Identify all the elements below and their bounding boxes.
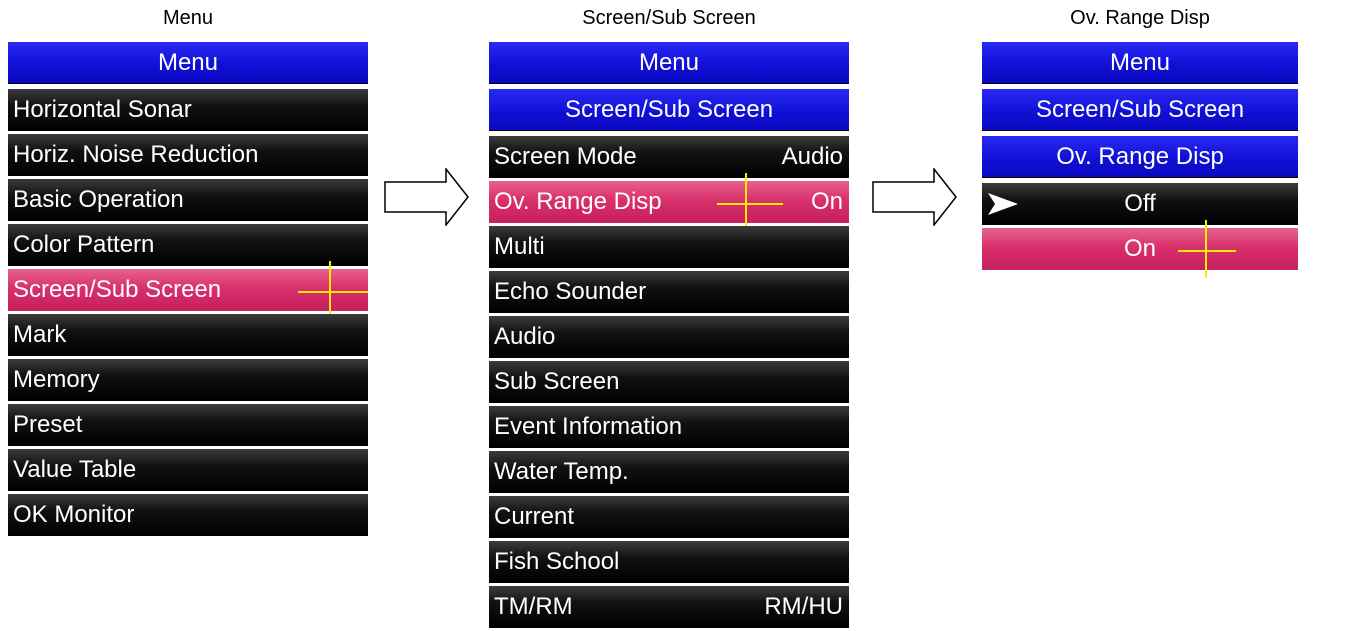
menu-item-label: Horizontal Sonar xyxy=(13,96,192,123)
menu-item-basic-operation[interactable]: Basic Operation xyxy=(8,179,368,221)
setting-current[interactable]: Current xyxy=(489,496,849,538)
crosshair-cursor-icon xyxy=(1178,250,1236,252)
menu-item-memory[interactable]: Memory xyxy=(8,359,368,401)
setting-label: Screen Mode xyxy=(494,143,637,170)
setting-label: Current xyxy=(494,503,575,530)
setting-water-temp[interactable]: Water Temp. xyxy=(489,451,849,493)
setting-value: Audio xyxy=(781,143,843,170)
setting-label: Echo Sounder xyxy=(494,278,647,305)
menu-item-mark[interactable]: Mark xyxy=(8,314,368,356)
setting-value: On xyxy=(810,188,843,215)
menu-item-preset[interactable]: Preset xyxy=(8,404,368,446)
crosshair-cursor-icon xyxy=(329,261,331,319)
arrow-right-icon xyxy=(384,168,469,226)
setting-sub-screen[interactable]: Sub Screen xyxy=(489,361,849,403)
setting-label: Sub Screen xyxy=(494,368,620,395)
menu-item-screen-sub-screen[interactable]: Screen/Sub Screen xyxy=(8,261,368,319)
menu-item-label: Horiz. Noise Reduction xyxy=(13,141,259,168)
menu-item-horiz-noise-reduction[interactable]: Horiz. Noise Reduction xyxy=(8,134,368,176)
menu-panel: Menu Horizontal Sonar Horiz. Noise Reduc… xyxy=(8,42,368,539)
crosshair-cursor-icon xyxy=(745,173,747,231)
menu-header-label: Menu xyxy=(157,48,219,76)
menu-item-value-table[interactable]: Value Table xyxy=(8,449,368,491)
menu-item-label: Preset xyxy=(13,411,83,438)
setting-label: Water Temp. xyxy=(494,458,629,485)
menu-item-label: Memory xyxy=(13,366,100,393)
caption-ov-range-disp: Ov. Range Disp xyxy=(1070,7,1210,29)
setting-multi[interactable]: Multi xyxy=(489,226,849,268)
breadcrumb-screen-sub-screen: Screen/Sub Screen xyxy=(982,89,1298,131)
menu-item-label: OK Monitor xyxy=(13,501,135,528)
menu-item-color-pattern[interactable]: Color Pattern xyxy=(8,224,368,266)
menu-item-horizontal-sonar[interactable]: Horizontal Sonar xyxy=(8,89,368,131)
setting-label: Ov. Range Disp xyxy=(494,188,662,215)
arrow-right-icon xyxy=(872,168,957,226)
breadcrumb-screen-sub-screen: Screen/Sub Screen xyxy=(489,89,849,131)
setting-audio[interactable]: Audio xyxy=(489,316,849,358)
ov-range-disp-panel: Menu Screen/Sub Screen Ov. Range Disp Of… xyxy=(982,42,1298,278)
menu-item-label: Value Table xyxy=(13,456,137,483)
menu-item-label: Mark xyxy=(13,321,67,348)
screen-sub-screen-panel: Menu Screen/Sub Screen Screen Mode Audio… xyxy=(489,42,849,631)
breadcrumb-label: Menu xyxy=(1109,48,1171,76)
option-label: Off xyxy=(1124,190,1156,217)
setting-echo-sounder[interactable]: Echo Sounder xyxy=(489,271,849,313)
setting-ov-range-disp[interactable]: Ov. Range Disp On xyxy=(489,173,849,231)
breadcrumb-menu: Menu xyxy=(982,42,1298,84)
setting-event-information[interactable]: Event Information xyxy=(489,406,849,448)
setting-label: Multi xyxy=(494,233,545,260)
checkmark-pointer-icon xyxy=(988,193,1018,215)
crosshair-cursor-icon xyxy=(298,291,368,293)
setting-screen-mode[interactable]: Screen Mode Audio xyxy=(489,136,849,178)
menu-item-label: Color Pattern xyxy=(13,231,155,258)
setting-label: Fish School xyxy=(494,548,620,575)
option-label: On xyxy=(1123,235,1156,262)
breadcrumb-label: Screen/Sub Screen xyxy=(564,95,774,123)
caption-screen-sub-screen: Screen/Sub Screen xyxy=(582,7,756,29)
menu-item-label: Basic Operation xyxy=(13,186,184,213)
menu-item-ok-monitor[interactable]: OK Monitor xyxy=(8,494,368,536)
breadcrumb-label: Screen/Sub Screen xyxy=(1035,95,1245,123)
setting-tm-rm[interactable]: TM/RM RM/HU xyxy=(489,586,849,628)
breadcrumb-label: Menu xyxy=(638,48,700,76)
option-on[interactable]: On xyxy=(982,220,1298,278)
crosshair-cursor-icon xyxy=(717,203,783,205)
breadcrumb-ov-range-disp: Ov. Range Disp xyxy=(982,136,1298,178)
option-off[interactable]: Off xyxy=(982,183,1298,225)
breadcrumb-menu: Menu xyxy=(489,42,849,84)
crosshair-cursor-icon xyxy=(1205,220,1207,278)
setting-label: Audio xyxy=(494,323,556,350)
setting-fish-school[interactable]: Fish School xyxy=(489,541,849,583)
setting-label: TM/RM xyxy=(494,593,573,620)
caption-menu: Menu xyxy=(162,7,214,29)
breadcrumb-label: Ov. Range Disp xyxy=(1056,142,1224,170)
menu-header: Menu xyxy=(8,42,368,84)
menu-item-label: Screen/Sub Screen xyxy=(13,276,222,303)
setting-label: Event Information xyxy=(494,413,683,440)
setting-value: RM/HU xyxy=(764,593,843,620)
